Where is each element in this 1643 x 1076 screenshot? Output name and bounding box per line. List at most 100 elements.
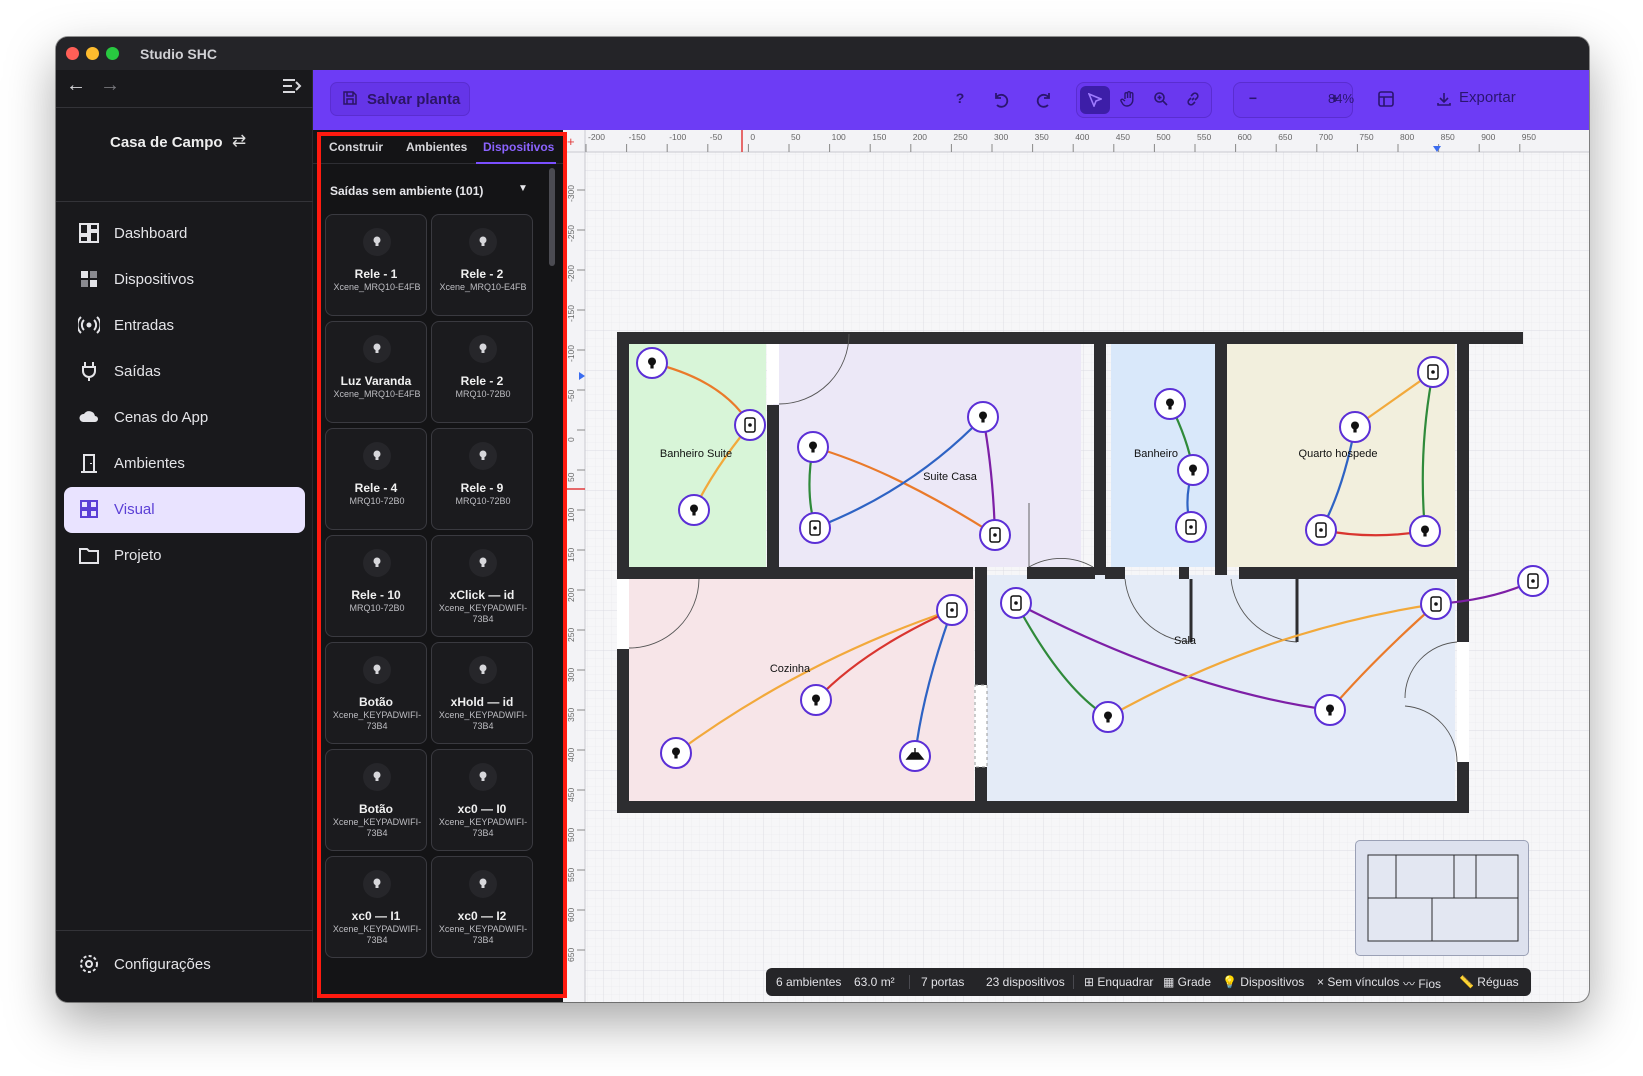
device-card[interactable]: Rele - 9 MRQ10-72B0: [431, 428, 533, 530]
select-tool-button[interactable]: [1080, 86, 1110, 114]
switch-device-icon[interactable]: [1305, 514, 1337, 546]
wires-toggle[interactable]: 〰 Fios: [1403, 975, 1441, 992]
door-opening[interactable]: [617, 579, 629, 649]
bulb-device-icon[interactable]: [660, 737, 692, 769]
device-card[interactable]: xc0 — I0 Xcene_KEYPADWIFI-73B4: [431, 749, 533, 851]
sidebar-item-saidas[interactable]: Saídas: [64, 349, 305, 395]
zoom-tool-icon[interactable]: [1153, 91, 1169, 107]
sidebar-item-entradas[interactable]: Entradas: [64, 303, 305, 349]
bulb-device-icon[interactable]: [797, 431, 829, 463]
sidebar-item-visual[interactable]: Visual: [64, 487, 305, 533]
layout-icon[interactable]: [1378, 91, 1394, 107]
sidebar-item-dispositivos[interactable]: Dispositivos: [64, 257, 305, 303]
sidebar-item-dashboard[interactable]: Dashboard: [64, 211, 305, 257]
collapse-sidebar-icon[interactable]: [282, 78, 302, 94]
wall[interactable]: [617, 567, 973, 579]
device-card[interactable]: xc0 — I1 Xcene_KEYPADWIFI-73B4: [325, 856, 427, 958]
bulb-device-icon[interactable]: [1314, 694, 1346, 726]
plan-canvas[interactable]: Banheiro Suite Suite Casa Banheiro Quarto h…: [563, 130, 1589, 1002]
device-card[interactable]: Botão Xcene_KEYPADWIFI-73B4: [325, 749, 427, 851]
device-card[interactable]: Rele - 4 MRQ10-72B0: [325, 428, 427, 530]
minimap[interactable]: [1355, 840, 1529, 956]
tab-dispositivos[interactable]: Dispositivos: [483, 140, 554, 154]
bulb-device-icon[interactable]: [678, 494, 710, 526]
device-card[interactable]: Luz Varanda Xcene_MRQ10-E4FB: [325, 321, 427, 423]
device-card[interactable]: Botão Xcene_KEYPADWIFI-73B4: [325, 642, 427, 744]
wall[interactable]: [1094, 332, 1106, 575]
bulb-device-icon[interactable]: [636, 347, 668, 379]
undo-icon[interactable]: [991, 90, 1011, 110]
wall[interactable]: [1215, 332, 1227, 575]
device-card[interactable]: Rele - 10 MRQ10-72B0: [325, 535, 427, 637]
export-button[interactable]: Exportar: [1459, 89, 1516, 106]
device-card[interactable]: Rele - 2 Xcene_MRQ10-E4FB: [431, 214, 533, 316]
switch-device-icon[interactable]: [1175, 511, 1207, 543]
hand-pan-icon[interactable]: [1120, 90, 1138, 108]
device-card[interactable]: xHold — id Xcene_KEYPADWIFI-73B4: [431, 642, 533, 744]
bulb-device-icon[interactable]: [1177, 454, 1209, 486]
bulb-device-icon[interactable]: [1092, 701, 1124, 733]
sidebar-item-projeto[interactable]: Projeto: [64, 533, 305, 579]
switch-device-icon[interactable]: [1417, 356, 1449, 388]
device-card[interactable]: Rele - 2 MRQ10-72B0: [431, 321, 533, 423]
bulb-device-icon[interactable]: [1154, 388, 1186, 420]
wall[interactable]: [975, 567, 987, 685]
switch-device-icon[interactable]: [1420, 588, 1452, 620]
switch-device-icon[interactable]: [1517, 565, 1549, 597]
wall[interactable]: [1179, 567, 1189, 579]
wall[interactable]: [767, 405, 779, 567]
link-tool-icon[interactable]: [1185, 91, 1201, 107]
zoom-in-button[interactable]: +: [1325, 90, 1345, 110]
caret-down-icon[interactable]: ▼: [518, 183, 528, 194]
wall[interactable]: [1239, 567, 1469, 579]
save-plan-button[interactable]: Salvar planta: [330, 82, 470, 116]
swap-project-icon[interactable]: ⇄: [232, 131, 246, 151]
bulb-device-icon[interactable]: [1409, 515, 1441, 547]
devices-toggle[interactable]: 💡 Dispositivos: [1222, 975, 1304, 989]
tab-construir[interactable]: Construir: [329, 140, 383, 154]
wall[interactable]: [975, 767, 987, 813]
wall[interactable]: [1105, 567, 1125, 579]
ruler-tick-label: 700: [1319, 132, 1333, 142]
forward-arrow-icon[interactable]: →: [100, 74, 120, 97]
wall[interactable]: [617, 801, 1469, 813]
sidebar-item-configuracoes[interactable]: Configurações: [64, 942, 305, 988]
unlinked-toggle[interactable]: × Sem vínculos: [1317, 975, 1399, 989]
fit-view-toggle[interactable]: ⊞ Enquadrar: [1084, 975, 1153, 989]
panel-scrollbar[interactable]: [549, 168, 555, 266]
close-window-button[interactable]: [66, 47, 79, 60]
rulers-toggle[interactable]: 📏 Réguas: [1459, 975, 1519, 989]
room-area[interactable]: [982, 575, 1455, 801]
help-button[interactable]: ?: [950, 90, 970, 110]
ruler-tick-label: -50: [566, 389, 576, 402]
bulb-device-icon[interactable]: [1339, 411, 1371, 443]
group-header-unassigned-outputs[interactable]: Saídas sem ambiente (101): [330, 184, 483, 198]
maximize-window-button[interactable]: [106, 47, 119, 60]
back-arrow-icon[interactable]: ←: [66, 74, 86, 97]
door-opening[interactable]: [767, 344, 779, 404]
project-name[interactable]: Casa de Campo: [110, 134, 223, 151]
passage-opening[interactable]: [974, 684, 988, 768]
wall[interactable]: [617, 332, 1523, 344]
switch-device-icon[interactable]: [936, 594, 968, 626]
device-card[interactable]: xClick — id Xcene_KEYPADWIFI-73B4: [431, 535, 533, 637]
wall[interactable]: [617, 332, 629, 587]
redo-icon[interactable]: [1034, 90, 1054, 110]
minimize-window-button[interactable]: [86, 47, 99, 60]
switch-device-icon[interactable]: [979, 519, 1011, 551]
grid-toggle[interactable]: ▦ Grade: [1163, 975, 1211, 989]
sidebar-item-ambientes[interactable]: Ambientes: [64, 441, 305, 487]
switch-device-icon[interactable]: [1000, 587, 1032, 619]
sidebar-item-cenas[interactable]: Cenas do App: [64, 395, 305, 441]
switch-device-icon[interactable]: [799, 512, 831, 544]
door-opening[interactable]: [1457, 642, 1469, 762]
tab-ambientes[interactable]: Ambientes: [406, 140, 467, 154]
switch-device-icon[interactable]: [734, 409, 766, 441]
bulb-device-icon[interactable]: [967, 401, 999, 433]
zoom-out-button[interactable]: −: [1243, 90, 1263, 110]
wall[interactable]: [1027, 567, 1095, 579]
device-card[interactable]: xc0 — I2 Xcene_KEYPADWIFI-73B4: [431, 856, 533, 958]
ceiling-lamp-icon[interactable]: [899, 740, 931, 772]
bulb-device-icon[interactable]: [800, 684, 832, 716]
device-card[interactable]: Rele - 1 Xcene_MRQ10-E4FB: [325, 214, 427, 316]
